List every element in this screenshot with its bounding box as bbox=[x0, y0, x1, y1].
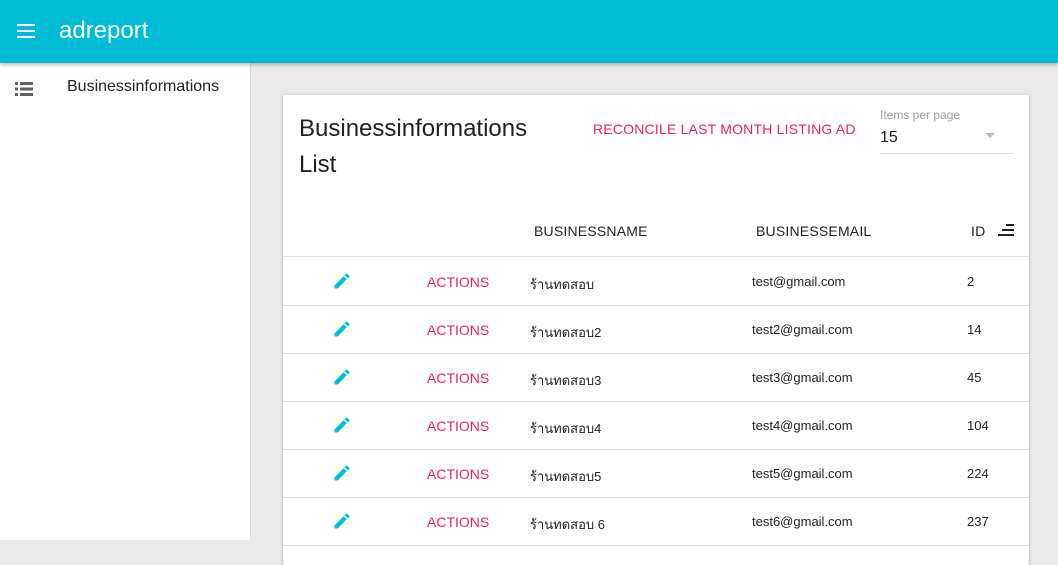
column-header-businessemail[interactable]: BUSINESSEMAIL bbox=[756, 223, 871, 239]
app-bar: adreport bbox=[0, 0, 1058, 63]
actions-button[interactable]: ACTIONS bbox=[427, 466, 489, 482]
sidebar-item-label: Businessinformations bbox=[67, 78, 220, 95]
actions-button[interactable]: ACTIONS bbox=[427, 274, 489, 290]
cell-businessname: ร้านทดสอบ3 bbox=[530, 373, 602, 388]
actions-button[interactable]: ACTIONS bbox=[427, 418, 489, 434]
table-row: ACTIONS ร้านทดสอบ test@gmail.com 2 bbox=[283, 258, 1029, 306]
cell-businessemail: test2@gmail.com bbox=[752, 322, 853, 337]
pencil-icon[interactable] bbox=[332, 415, 352, 435]
table-row: ACTIONS ร้านทดสอบ 6 test6@gmail.com 237 bbox=[283, 498, 1029, 546]
actions-button[interactable]: ACTIONS bbox=[427, 514, 489, 530]
cell-businessemail: test4@gmail.com bbox=[752, 418, 853, 433]
actions-button[interactable]: ACTIONS bbox=[427, 322, 489, 338]
cell-businessemail: test@gmail.com bbox=[752, 274, 846, 289]
cell-businessemail: test3@gmail.com bbox=[752, 370, 853, 385]
table-row: ACTIONS ร้านทดสอบ4 test4@gmail.com 104 bbox=[283, 402, 1029, 450]
cell-id: 45 bbox=[967, 370, 982, 385]
cell-businessemail: test5@gmail.com bbox=[752, 466, 853, 481]
cell-businessname: ร้านทดสอบ bbox=[530, 277, 595, 292]
pencil-icon[interactable] bbox=[332, 319, 352, 339]
cell-businessname: ร้านทดสอบ5 bbox=[530, 469, 602, 484]
sidebar-item-businessinformations[interactable]: Businessinformations bbox=[0, 73, 250, 101]
business-list-card: Businessinformations List RECONCILE LAST… bbox=[283, 95, 1029, 565]
cell-id: 104 bbox=[967, 418, 989, 433]
pencil-icon[interactable] bbox=[332, 463, 352, 483]
dropdown-caret-icon bbox=[985, 133, 995, 138]
sidebar: Businessinformations bbox=[0, 63, 251, 540]
cell-id: 237 bbox=[967, 514, 989, 529]
items-per-page-value: 15 bbox=[880, 129, 898, 146]
sort-icon[interactable] bbox=[997, 223, 1015, 237]
cell-businessname: ร้านทดสอบ4 bbox=[530, 421, 602, 436]
cell-businessname: ร้านทดสอบ2 bbox=[530, 325, 602, 340]
cell-id: 224 bbox=[967, 466, 989, 481]
pencil-icon[interactable] bbox=[332, 511, 352, 531]
cell-businessemail: test6@gmail.com bbox=[752, 514, 853, 529]
menu-icon[interactable] bbox=[17, 24, 37, 40]
table-row: ACTIONS ร้านทดสอบ5 test5@gmail.com 224 bbox=[283, 450, 1029, 498]
table-header: BUSINESSNAME BUSINESSEMAIL ID bbox=[283, 209, 1029, 257]
app-title: adreport bbox=[59, 17, 149, 44]
actions-button[interactable]: ACTIONS bbox=[427, 370, 489, 386]
items-per-page-select[interactable]: Items per page 15 bbox=[880, 107, 1013, 154]
pencil-icon[interactable] bbox=[332, 367, 352, 387]
cell-businessname: ร้านทดสอบ 6 bbox=[530, 517, 606, 532]
column-header-id[interactable]: ID bbox=[971, 223, 985, 239]
reconcile-button[interactable]: RECONCILE LAST MONTH LISTING AD bbox=[593, 121, 856, 137]
table-row: ACTIONS ร้านทดสอบ3 test3@gmail.com 45 bbox=[283, 354, 1029, 402]
column-header-businessname[interactable]: BUSINESSNAME bbox=[534, 223, 648, 239]
cell-id: 14 bbox=[967, 322, 982, 337]
list-icon bbox=[15, 82, 33, 96]
page-title: Businessinformations List bbox=[299, 115, 528, 178]
cell-id: 2 bbox=[967, 274, 975, 289]
table-row: ACTIONS ร้านทดสอบ2 test2@gmail.com 14 bbox=[283, 306, 1029, 354]
items-per-page-label: Items per page bbox=[880, 108, 961, 122]
pencil-icon[interactable] bbox=[332, 271, 352, 291]
